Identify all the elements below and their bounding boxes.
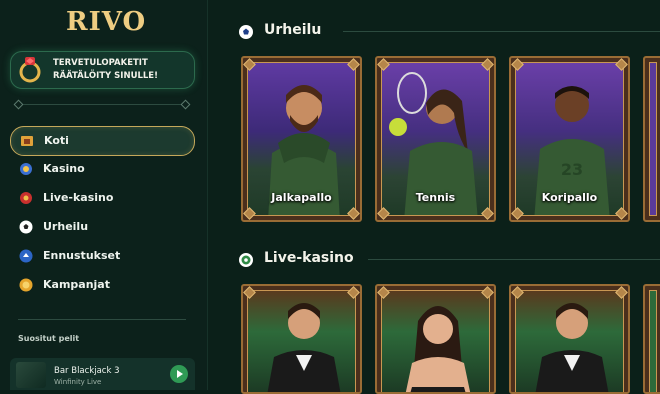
sidebar-item-label: Urheilu	[43, 220, 89, 233]
card-label: Jalkapallo	[271, 191, 332, 204]
popular-game-row[interactable]: Bar Blackjack 3 Winfinity Live	[10, 358, 195, 390]
sidebar-item-koti[interactable]: Koti	[10, 126, 195, 156]
sidebar-item-ennustukset[interactable]: Ennustukset	[10, 242, 193, 270]
promo-text: TERVETULOPAKETIT RÄÄTÄLÖITY SINULLE!	[53, 58, 158, 81]
popular-games-title: Suositut pelit	[18, 334, 80, 343]
logo[interactable]: RIVO	[66, 6, 145, 38]
live-card-3[interactable]	[509, 284, 630, 394]
dealer-illustration	[267, 303, 341, 392]
section-header-live-casino: Live-kasino	[238, 250, 658, 270]
sidebar-item-label: Koti	[44, 134, 69, 147]
divider	[18, 104, 186, 105]
sidebar-item-kasino[interactable]: Kasino	[10, 155, 193, 183]
section-title: Live-kasino	[264, 250, 354, 266]
live-card-1[interactable]	[241, 284, 362, 394]
live-casino-icon	[20, 192, 32, 204]
svg-text:23: 23	[561, 160, 583, 179]
sidebar-item-live-kasino[interactable]: Live-kasino	[10, 184, 193, 212]
welcome-promo-banner[interactable]: TERVETULOPAKETIT RÄÄTÄLÖITY SINULLE!	[10, 51, 195, 89]
home-icon	[21, 136, 33, 146]
divider	[18, 319, 186, 320]
divider-ornament	[180, 99, 191, 110]
dealer-illustration	[405, 306, 471, 392]
section-header-sports: Urheilu	[238, 22, 658, 42]
soccer-ball-icon	[19, 220, 33, 234]
game-name: Bar Blackjack 3	[54, 366, 120, 376]
sport-card-partial[interactable]	[643, 56, 660, 222]
game-provider: Winfinity Live	[54, 378, 102, 386]
sidebar-item-label: Kasino	[43, 162, 85, 175]
sport-card-tennis[interactable]: Tennis	[375, 56, 496, 222]
sidebar: RIVO TERVETULOPAKETIT RÄÄTÄLÖITY SINULLE…	[0, 0, 208, 390]
live-card-2[interactable]	[375, 284, 496, 394]
card-label: Koripallo	[541, 191, 598, 204]
sport-card-koripallo[interactable]: 23 Koripallo	[509, 56, 630, 222]
sidebar-item-kampanjat[interactable]: Kampanjat	[10, 271, 193, 299]
divider-ornament	[13, 99, 24, 110]
sidebar-item-urheilu[interactable]: Urheilu	[10, 213, 193, 241]
dealer-illustration	[535, 303, 609, 392]
game-thumbnail	[16, 362, 46, 388]
sidebar-item-label: Live-kasino	[43, 191, 114, 204]
card-label: Tennis	[415, 191, 456, 204]
sidebar-item-label: Ennustukset	[43, 249, 121, 262]
main-content: Urheilu Jalkapallo Tennis 23 Koripallo L…	[208, 0, 660, 394]
section-divider	[343, 31, 660, 32]
casino-icon	[20, 163, 32, 175]
sport-card-jalkapallo[interactable]: Jalkapallo	[241, 56, 362, 222]
section-title: Urheilu	[264, 22, 322, 38]
section-divider	[368, 259, 660, 260]
live-card-partial[interactable]	[643, 284, 660, 394]
play-button[interactable]	[170, 365, 188, 383]
live-casino-icon	[239, 253, 253, 267]
ring-icon	[19, 57, 41, 83]
soccer-ball-icon	[239, 25, 253, 39]
predictions-icon	[19, 249, 33, 263]
sidebar-item-label: Kampanjat	[43, 278, 110, 291]
coin-icon	[19, 278, 33, 292]
